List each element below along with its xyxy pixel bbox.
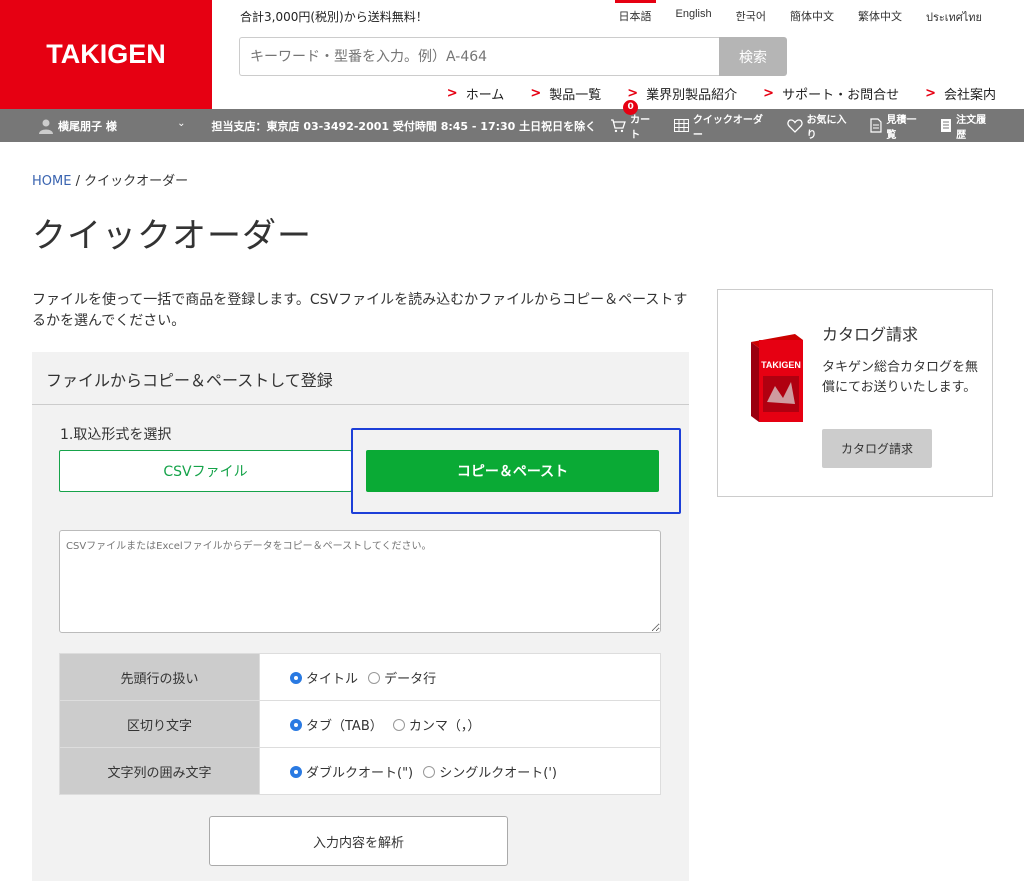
search-button[interactable]: 検索 — [719, 37, 787, 76]
radio-quote-double[interactable] — [290, 765, 302, 778]
order-history-link[interactable]: 注文履歴 — [940, 111, 996, 141]
favorites-label: お気に入り — [806, 114, 847, 141]
search-form: 検索 — [239, 37, 787, 76]
cart-label: カート — [630, 114, 651, 141]
order-history-label: 注文履歴 — [956, 114, 987, 141]
lang-japanese[interactable]: 日本語 — [607, 0, 664, 30]
quick-order-label: クイックオーダー — [692, 114, 763, 141]
receipt-icon — [941, 119, 952, 132]
lang-thai[interactable]: ประเทศไทย — [914, 0, 994, 30]
import-options-table: 先頭行の扱い タイトル データ行 区切り文字 タブ（TAB） カンマ（，） 文字… — [59, 653, 661, 795]
chevron-right-icon: > — [530, 86, 542, 101]
search-input[interactable] — [239, 37, 719, 76]
breadcrumb-separator: / — [75, 174, 80, 189]
nav-home[interactable]: > ホーム — [447, 84, 505, 103]
logo: TAKIGEN — [46, 39, 166, 69]
cart-link[interactable]: 0 カート — [610, 99, 660, 141]
account-bar: 横尾朋子 様 ⌄ 担当支店：東京店 03-3492-2001 受付時間 8:45… — [0, 99, 1024, 142]
catalog-request-button[interactable]: カタログ請求 — [822, 429, 932, 468]
catalog-title: カタログ請求 — [822, 325, 919, 344]
cart-count-badge: 0 — [623, 99, 639, 115]
chevron-right-icon: > — [446, 86, 458, 101]
page-title: クイックオーダー — [32, 216, 312, 256]
option-choices: ダブルクオート(") シングルクオート(') — [259, 747, 661, 795]
breadcrumb: HOME / クイックオーダー — [32, 170, 188, 189]
chevron-down-icon: ⌄ — [177, 118, 186, 129]
radio-delimiter-tab[interactable] — [290, 718, 302, 731]
heart-icon — [786, 118, 803, 133]
option-label: 先頭行の扱い — [59, 653, 260, 701]
option-label: 区切り文字 — [59, 700, 260, 748]
radio-delimiter-comma[interactable] — [392, 718, 405, 731]
user-icon — [39, 119, 53, 134]
main-nav: > ホーム > 製品一覧 > 業界別製品紹介 > サポート・お問合せ > 会社案内 — [421, 84, 996, 103]
radio-label[interactable]: データ行 — [384, 672, 436, 687]
lang-simplified-chinese[interactable]: 簡体中文 — [778, 0, 846, 30]
radio-label[interactable]: カンマ（，） — [409, 719, 481, 734]
step-label: 1.取込形式を選択 — [60, 427, 172, 443]
paste-import-panel: ファイルからコピー＆ペーストして登録 1.取込形式を選択 CSVファイル コピー… — [32, 352, 689, 881]
favorites-link[interactable]: お気に入り — [786, 111, 857, 141]
catalog-request-box: TAKIGEN カタログ請求 タキゲン総合カタログを無償にてお送りいたします。 … — [717, 289, 993, 497]
lang-english[interactable]: English — [664, 0, 724, 30]
quick-order-link[interactable]: クイックオーダー — [673, 111, 773, 141]
radio-header-data[interactable] — [368, 671, 381, 684]
radio-header-title[interactable] — [290, 671, 302, 684]
nav-support[interactable]: > サポート・お問合せ — [763, 84, 899, 103]
parse-input-button[interactable]: 入力内容を解析 — [209, 816, 508, 866]
paste-textarea[interactable] — [59, 530, 661, 633]
option-label: 文字列の囲み文字 — [59, 747, 260, 795]
user-name: 横尾朋子 様 — [58, 119, 117, 133]
document-icon — [870, 118, 882, 133]
catalog-cover-image[interactable]: TAKIGEN — [745, 332, 807, 424]
quotes-link[interactable]: 見積一覧 — [870, 111, 926, 141]
nav-industry[interactable]: > 業界別製品紹介 — [627, 84, 737, 103]
user-menu[interactable]: 横尾朋子 様 ⌄ — [0, 109, 198, 142]
catalog-cover-text: TAKIGEN — [761, 360, 801, 370]
intro-text: ファイルを使って一括で商品を登録します。CSVファイルを読み込むかファイルからコ… — [32, 292, 688, 329]
grid-icon — [673, 119, 689, 132]
breadcrumb-current: クイックオーダー — [84, 174, 189, 189]
nav-label: 製品一覧 — [549, 88, 602, 103]
option-choices: タイトル データ行 — [259, 653, 661, 701]
nav-company[interactable]: > 会社案内 — [925, 84, 996, 103]
option-choices: タブ（TAB） カンマ（，） — [259, 700, 661, 748]
nav-label: 会社案内 — [943, 88, 996, 103]
breadcrumb-home[interactable]: HOME — [32, 174, 71, 189]
chevron-right-icon: > — [627, 86, 639, 101]
cart-icon — [611, 118, 626, 132]
nav-products[interactable]: > 製品一覧 — [530, 84, 601, 103]
chevron-right-icon: > — [763, 86, 775, 101]
lang-traditional-chinese[interactable]: 繁体中文 — [846, 0, 914, 30]
quotes-label: 見積一覧 — [886, 114, 917, 141]
table-row: 先頭行の扱い タイトル データ行 — [59, 653, 661, 701]
nav-label: ホーム — [465, 88, 505, 103]
radio-quote-single[interactable] — [423, 765, 436, 778]
radio-label[interactable]: タブ（TAB） — [306, 719, 383, 734]
nav-label: 業界別製品紹介 — [646, 88, 738, 103]
branch-info: 担当支店：東京店 03-3492-2001 受付時間 8:45 - 17:30 … — [211, 119, 597, 133]
shipping-note: 合計3,000円(税別)から送料無料！ — [240, 10, 428, 24]
copy-paste-option-button[interactable]: コピー＆ペースト — [366, 450, 659, 492]
nav-label: サポート・お問合せ — [782, 88, 900, 103]
table-row: 区切り文字 タブ（TAB） カンマ（，） — [59, 700, 661, 748]
chevron-right-icon: > — [925, 86, 936, 101]
utility-links: 0 カート クイックオーダー お気に入り 見積一覧 注文履歴 — [596, 99, 996, 141]
catalog-description: タキゲン総合カタログを無償にてお送りいたします。 — [822, 360, 979, 395]
panel-heading: ファイルからコピー＆ペーストして登録 — [32, 352, 689, 405]
lang-korean[interactable]: 한국어 — [724, 0, 778, 30]
logo-link[interactable]: TAKIGEN — [0, 0, 212, 109]
radio-label[interactable]: タイトル — [306, 672, 358, 687]
language-bar: 日本語 English 한국어 簡体中文 繁体中文 ประเทศไทย — [607, 0, 994, 30]
table-row: 文字列の囲み文字 ダブルクオート(") シングルクオート(') — [59, 747, 661, 795]
csv-file-option-button[interactable]: CSVファイル — [59, 450, 352, 492]
radio-label[interactable]: シングルクオート(') — [439, 766, 557, 781]
radio-label[interactable]: ダブルクオート(") — [306, 766, 413, 781]
